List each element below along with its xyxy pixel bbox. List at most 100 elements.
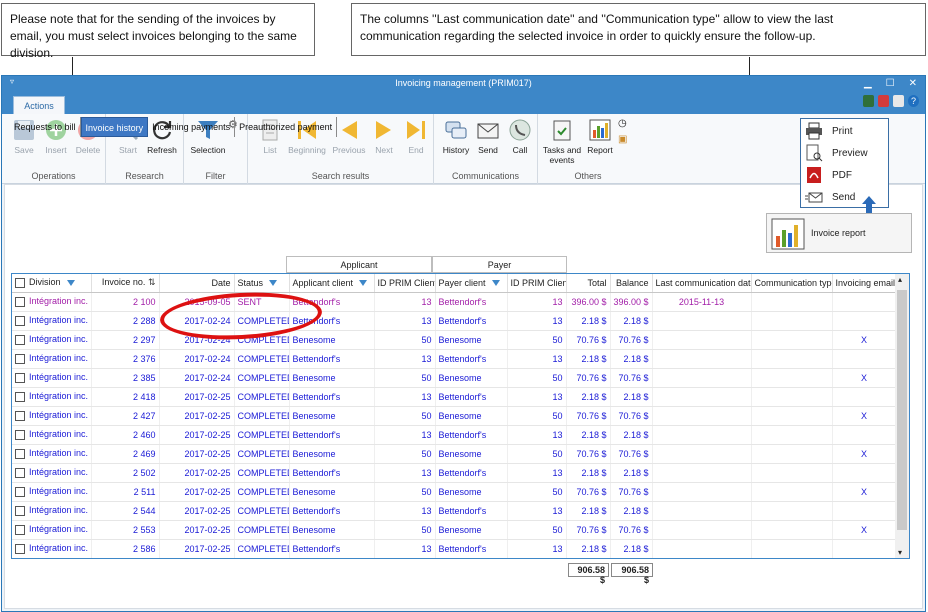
calculator-icon[interactable] [863, 95, 874, 107]
tasks-and-events-button[interactable]: Tasks and events [542, 118, 582, 165]
row-checkbox[interactable] [15, 353, 25, 364]
cell-last-communication-date [652, 406, 752, 426]
cell-communication-type [751, 311, 833, 331]
applicant-filter-icon[interactable] [359, 280, 368, 287]
subtab-invoice-history[interactable]: Invoice history [80, 117, 149, 137]
cell-applicant-client: Bettendorf's [289, 349, 375, 369]
table-row[interactable]: Intégration inc. 2 460 2017-02-25 COMPLETED… [12, 425, 897, 445]
cell-payer-id: 50 [507, 520, 567, 540]
next-button[interactable]: Next [366, 118, 402, 155]
cell-applicant-client: Benesome [289, 444, 375, 464]
vertical-scrollbar[interactable]: ▴ ▾ [895, 274, 909, 558]
list-label: List [263, 145, 277, 155]
table-row[interactable]: Intégration inc. 2 502 2017-02-25 COMPLETED… [12, 463, 897, 483]
row-checkbox[interactable] [15, 410, 25, 421]
table-row[interactable]: Intégration inc. 2 586 2017-02-25 COMPLETED… [12, 539, 897, 558]
menu-item-preview[interactable]: Preview [805, 143, 887, 163]
maximize-icon[interactable]: ☐ [886, 76, 895, 92]
cell-total: 2.18 $ [566, 349, 611, 369]
table-row[interactable]: Intégration inc. 2 544 2017-02-25 COMPLETED… [12, 501, 897, 521]
cell-applicant-id: 13 [374, 501, 436, 521]
status-filter-icon[interactable] [269, 280, 278, 287]
row-checkbox[interactable] [15, 524, 25, 535]
invoice-report-button[interactable]: Invoice report [766, 213, 912, 253]
division-text: Intégration inc. [29, 296, 89, 307]
row-checkbox[interactable] [15, 391, 25, 402]
row-checkbox[interactable] [15, 467, 25, 478]
clock-icon[interactable]: ◷ [618, 118, 627, 129]
cell-total: 396.00 $ [566, 292, 611, 312]
row-checkbox[interactable] [15, 429, 25, 440]
col-payer-id[interactable]: ID PRIM Client [507, 274, 567, 293]
row-checkbox[interactable] [15, 448, 25, 459]
end-button[interactable]: End [398, 118, 434, 155]
cell-division: Intégration inc. [12, 368, 92, 388]
table-row[interactable]: Intégration inc. 2 385 2017-02-24 COMPLETED… [12, 368, 897, 388]
col-invoicing-email[interactable]: Invoicing email [832, 274, 897, 293]
cell-status: COMPLETED [234, 520, 290, 540]
table-row[interactable]: Intégration inc. 2 553 2017-02-25 COMPLETED… [12, 520, 897, 540]
menu-item-pdf[interactable]: PDF [805, 165, 887, 185]
cell-last-communication-date [652, 330, 752, 350]
row-checkbox[interactable] [15, 505, 25, 516]
report-button[interactable]: Report [582, 118, 618, 155]
help-icon[interactable]: ? [908, 95, 919, 107]
subtab-preauthorized-payment[interactable]: Preauthorized payment [235, 117, 338, 137]
col-invoice-no[interactable]: Invoice no. ⇅ [91, 274, 160, 293]
insert-label: Insert [45, 145, 67, 155]
cell-date: 2017-02-25 [159, 463, 235, 483]
col-communication-type[interactable]: Communication type [751, 274, 833, 293]
scroll-down-icon[interactable]: ▾ [898, 548, 902, 557]
end-label: End [408, 145, 424, 155]
scroll-up-icon[interactable]: ▴ [898, 275, 902, 284]
col-payer-client[interactable]: Payer client [435, 274, 508, 293]
next-label: Next [375, 145, 393, 155]
division-filter-icon[interactable] [66, 280, 75, 287]
flag-icon[interactable] [878, 95, 889, 107]
table-row[interactable]: Intégration inc. 2 100 2015-09-05 SENT Bette… [12, 292, 897, 312]
tab-actions[interactable]: Actions [13, 96, 65, 114]
minimize-icon[interactable]: ▁ [864, 76, 872, 92]
col-total[interactable]: Total [566, 274, 611, 293]
scroll-thumb[interactable] [897, 290, 907, 530]
col-date[interactable]: Date [159, 274, 235, 293]
close-icon[interactable]: ✕ [909, 76, 917, 92]
group-label-others: Others [574, 171, 602, 181]
row-checkbox[interactable] [15, 334, 25, 345]
subtab-requests-to-bill[interactable]: Requests to bill [10, 117, 81, 137]
table-row[interactable]: Intégration inc. 2 511 2017-02-25 COMPLETED… [12, 482, 897, 502]
col-status[interactable]: Status [234, 274, 290, 293]
cell-applicant-client: Bettendorf's [289, 501, 375, 521]
payer-filter-icon[interactable] [491, 280, 500, 287]
lock-icon[interactable] [893, 95, 904, 107]
col-last-communication-date[interactable]: Last communication date [652, 274, 752, 293]
select-all-checkbox[interactable] [15, 278, 25, 289]
row-checkbox[interactable] [15, 315, 25, 326]
cell-invoice-no: 2 460 [91, 425, 160, 445]
row-checkbox[interactable] [15, 486, 25, 497]
briefcase-icon[interactable]: ▣ [618, 134, 627, 145]
col-division[interactable]: Division [12, 274, 92, 293]
table-row[interactable]: Intégration inc. 2 376 2017-02-24 COMPLETED… [12, 349, 897, 369]
cell-applicant-id: 13 [374, 425, 436, 445]
row-checkbox[interactable] [15, 543, 25, 554]
col-balance[interactable]: Balance [610, 274, 653, 293]
call-button[interactable]: Call [502, 118, 538, 155]
table-row[interactable]: Intégration inc. 2 427 2017-02-25 COMPLETED… [12, 406, 897, 426]
row-checkbox[interactable] [15, 296, 25, 307]
cell-last-communication-date [652, 387, 752, 407]
table-row[interactable]: Intégration inc. 2 418 2017-02-25 COMPLETED… [12, 387, 897, 407]
table-row[interactable]: Intégration inc. 2 469 2017-02-25 COMPLETED… [12, 444, 897, 464]
phone-icon [509, 119, 531, 141]
col-applicant-id[interactable]: ID PRIM Client [374, 274, 436, 293]
col-applicant-client[interactable]: Applicant client [289, 274, 375, 293]
row-checkbox[interactable] [15, 372, 25, 383]
send-button[interactable]: Send [470, 118, 506, 155]
history-button[interactable]: History [438, 118, 474, 155]
cell-balance: 2.18 $ [610, 387, 653, 407]
table-row[interactable]: Intégration inc. 2 288 2017-02-24 COMPLETED… [12, 311, 897, 331]
menu-item-print[interactable]: Print [805, 121, 887, 141]
subtab-incoming-payments[interactable]: Incoming payments [148, 117, 236, 137]
table-row[interactable]: Intégration inc. 2 297 2017-02-24 COMPLETED… [12, 330, 897, 350]
cell-applicant-client: Bettendorf's [289, 539, 375, 558]
